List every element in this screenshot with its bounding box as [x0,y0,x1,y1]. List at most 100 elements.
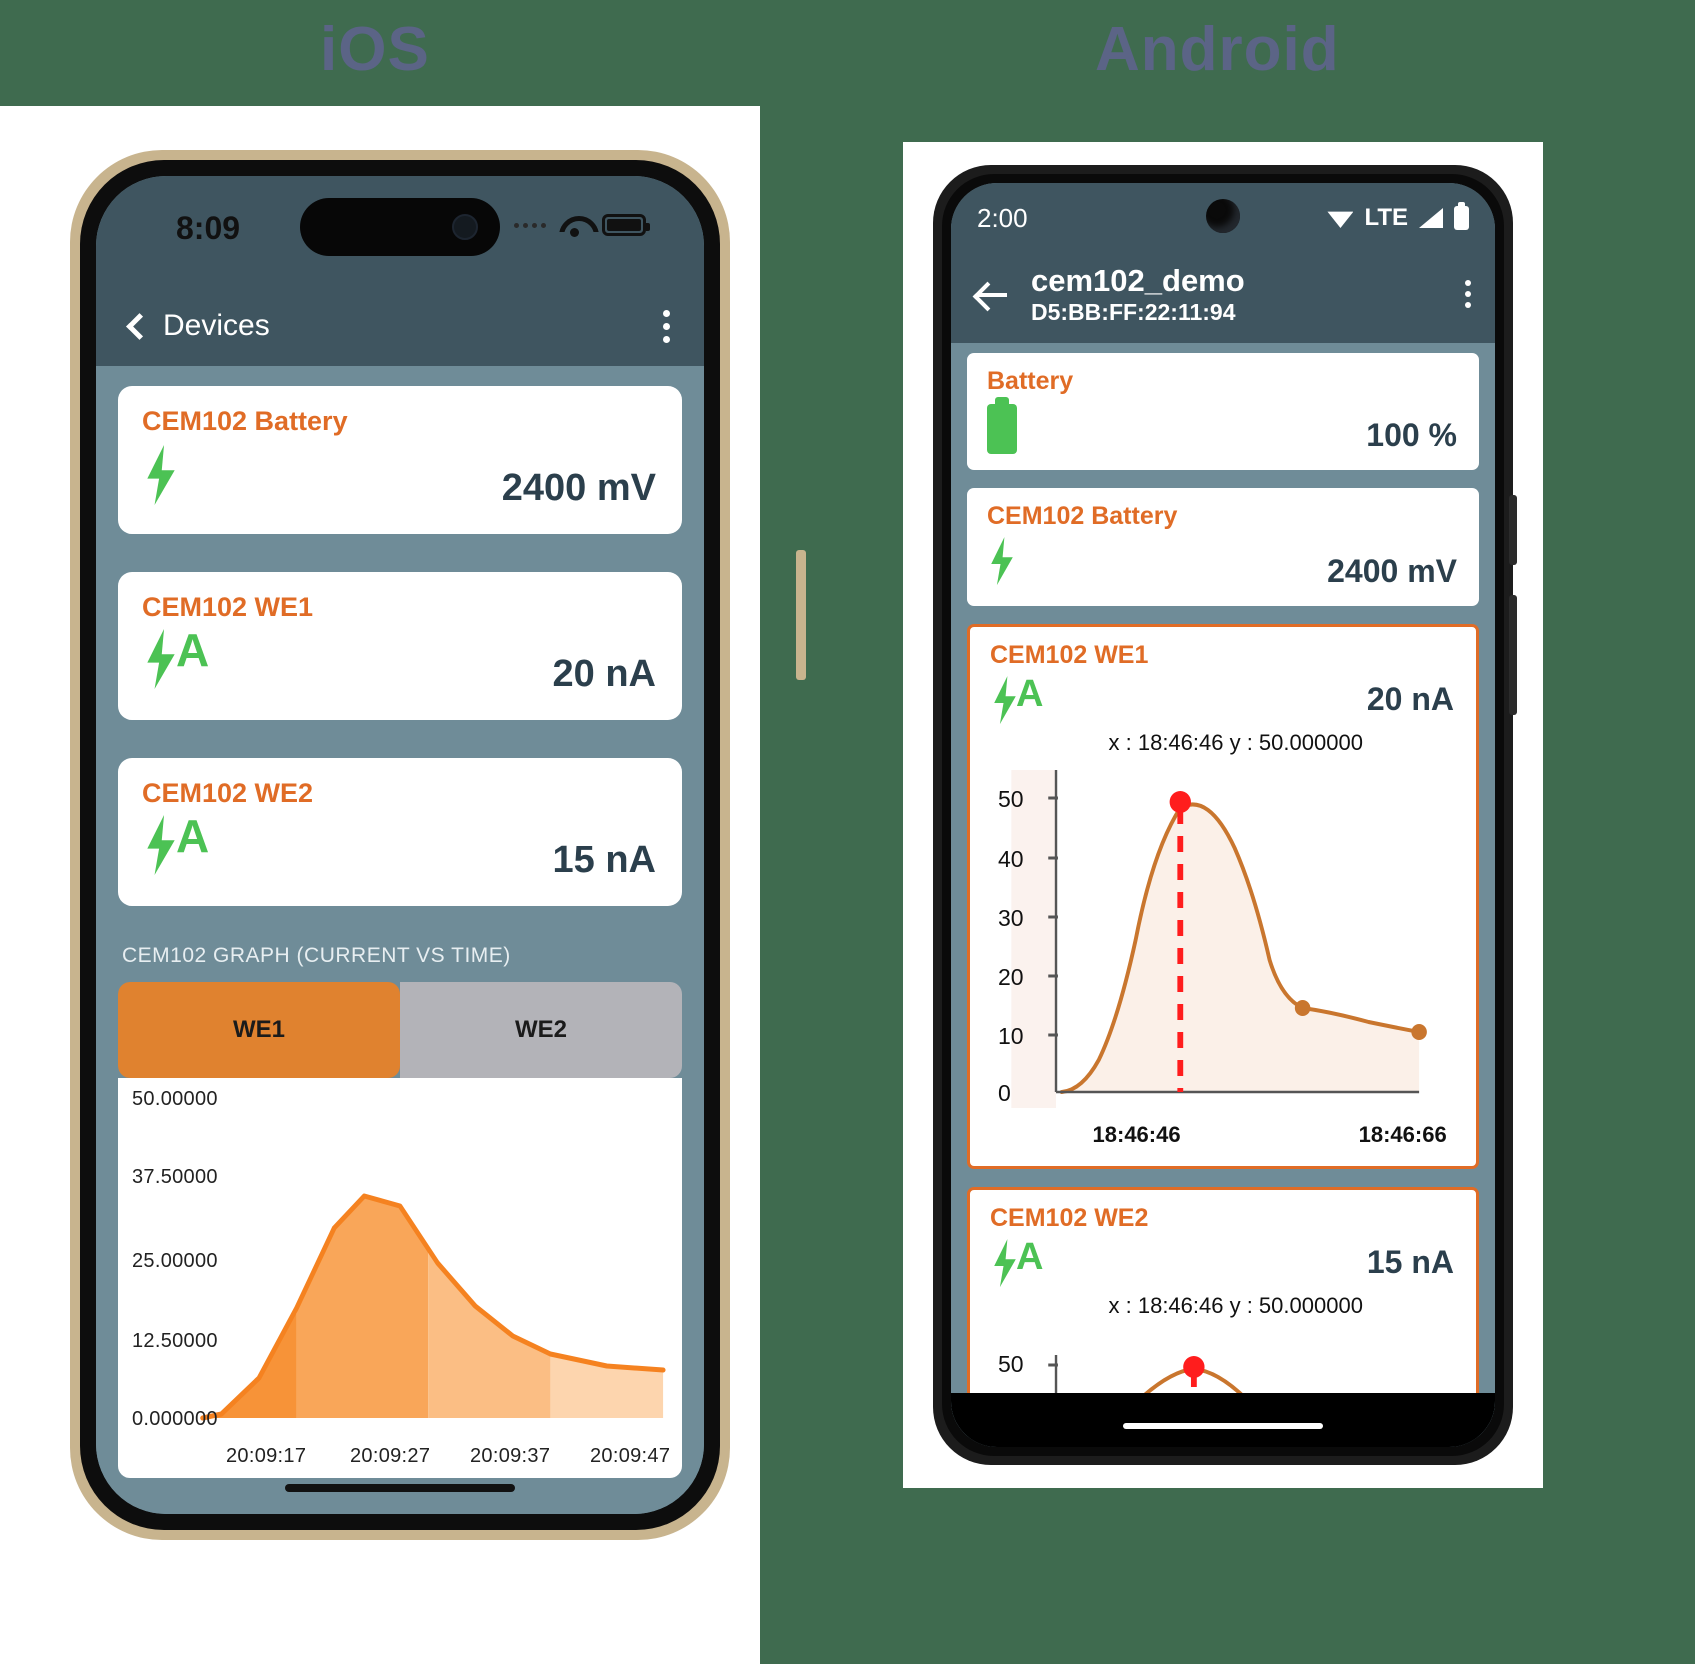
ios-back-button[interactable]: Devices [126,309,270,343]
ios-card-cem102-battery[interactable]: CEM102 Battery 2400 mV [118,386,682,534]
card-title: CEM102 Battery [987,502,1178,531]
chevron-left-icon [126,312,153,340]
and-xtick-0: 18:46:46 [1092,1122,1181,1148]
amp-letter: A [1016,673,1044,716]
card-value: 100 % [1366,417,1457,454]
segment-we1[interactable]: WE1 [118,982,400,1078]
data-point-selected [1169,791,1191,814]
android-kebab-menu-icon[interactable] [1465,280,1471,309]
card-value: 20 nA [1366,681,1454,718]
data-point-25 [1294,1000,1311,1017]
android-app-title: cem102_demo [1031,263,1245,298]
lightning-bolt-icon [147,445,175,505]
ios-xtick-0: 20:09:17 [226,1445,307,1467]
ios-back-label: Devices [163,309,270,342]
data-point-20 [1411,1024,1427,1041]
ios-power-button[interactable] [796,550,806,680]
ios-ytick-0: 0.000000 [132,1408,218,1430]
android-app-bar: cem102_demo D5:BB:FF:22:11:94 [951,253,1495,344]
android-status-bar: 2:00 LTE [951,183,1495,253]
android-phone-frame: 2:00 LTE cem102_demo D5:BB:FF:22:11:94 B… [933,165,1517,1465]
signal-bars-icon [1419,208,1443,228]
ios-bezel: 8:09 Devices CEM102 Battery 2400 mV CEM1… [80,160,720,1530]
ios-xtick-3: 20:09:47 [590,1445,671,1467]
card-title: CEM102 Battery [142,406,348,436]
ios-ytick-2: 25.00000 [132,1250,218,1272]
wifi-icon [559,214,589,237]
ios-phone-frame: 8:09 Devices CEM102 Battery 2400 mV CEM1… [70,150,806,1540]
android-power-button[interactable] [1509,495,1517,565]
card-value: 15 nA [552,839,656,881]
ios-card-cem102-we1[interactable]: CEM102 WE1 A 20 nA [118,572,682,720]
amp-letter: A [176,624,210,676]
ios-kebab-menu-icon[interactable] [663,309,670,343]
platform-caption-ios: iOS [320,15,430,84]
ios-xtick-2: 20:09:37 [470,1445,551,1467]
ios-status-time: 8:09 [176,210,241,246]
and-ytick-0: 0 [998,1080,1011,1107]
android-chart-svg [1011,770,1427,1109]
dynamic-island [300,198,500,256]
front-camera-icon [452,214,478,240]
card-value: 2400 mV [501,467,656,509]
battery-icon [1454,202,1469,230]
front-camera-icon [1206,199,1240,233]
and-ytick-1: 10 [998,1023,1024,1050]
ios-screen: 8:09 Devices CEM102 Battery 2400 mV CEM1… [96,176,704,1514]
and-ytick-2: 20 [998,964,1024,991]
ios-content: CEM102 Battery 2400 mV CEM102 WE1 A 20 n… [96,366,704,1514]
card-title: CEM102 WE2 [990,1204,1149,1233]
and-ytick-4: 40 [998,846,1024,873]
data-point-selected [1183,1356,1205,1379]
card-title: CEM102 WE1 [990,641,1149,670]
battery-icon [602,214,650,236]
android-we1-chart[interactable]: x : 18:46:46 y : 50.000000 50 40 30 20 1… [990,730,1456,1150]
android-card-cem102-we1[interactable]: CEM102 WE1 A 20 nA x : 18:46:46 y : 50.0… [967,624,1479,1170]
segment-we2[interactable]: WE2 [400,982,682,1078]
ios-ytick-3: 37.50000 [132,1166,218,1188]
and-xtick-1: 18:46:66 [1358,1122,1447,1148]
card-title: Battery [987,367,1074,396]
and-ytick-3: 30 [998,905,1024,932]
amp-letter: A [176,810,210,862]
android-screen: 2:00 LTE cem102_demo D5:BB:FF:22:11:94 B… [951,183,1495,1447]
amp-letter: A [1016,1236,1044,1279]
ios-segmented-control[interactable]: WE1 WE2 [118,982,682,1078]
android-device-address: D5:BB:FF:22:11:94 [1031,298,1236,325]
ios-nav-bar: Devices [96,286,704,366]
ios-card-cem102-we2[interactable]: CEM102 WE2 A 15 nA [118,758,682,906]
ios-status-bar: 8:09 [96,176,704,286]
android-navigation-bar [951,1393,1495,1447]
ios-graph-header: CEM102 GRAPH (CURRENT VS TIME) [122,944,511,967]
ios-xtick-1: 20:09:27 [350,1445,431,1467]
and-we2-ytick-0: 50 [998,1351,1024,1378]
card-value: 2400 mV [1327,553,1457,590]
android-we2-chart-svg [1048,1355,1252,1404]
signal-dots-icon [514,222,546,228]
card-title: CEM102 WE1 [142,592,314,622]
android-volume-button[interactable] [1509,595,1517,715]
ios-ytick-1: 12.50000 [132,1330,218,1352]
ios-we1-chart[interactable]: 50.00000 37.50000 25.00000 12.50000 0.00… [118,1078,682,1478]
android-home-indicator[interactable] [1123,1423,1323,1429]
and-ytick-5: 50 [998,786,1024,813]
card-value: 20 nA [552,653,656,695]
lightning-bolt-icon [991,537,1013,586]
ios-home-indicator[interactable] [285,1484,515,1492]
android-card-battery[interactable]: Battery 100 % [967,353,1479,471]
network-type-label: LTE [1364,204,1408,231]
ios-status-icons [514,214,650,237]
wifi-icon [1327,211,1354,228]
android-bezel: 2:00 LTE cem102_demo D5:BB:FF:22:11:94 B… [942,174,1504,1456]
android-card-cem102-we2[interactable]: CEM102 WE2 A 15 nA x : 18:46:46 y : 50.0… [967,1187,1479,1423]
android-we2-chart[interactable]: x : 18:46:46 y : 50.000000 50 [990,1293,1456,1404]
android-status-time: 2:00 [977,202,1028,233]
arrow-left-icon[interactable] [975,277,1009,311]
android-content: Battery 100 % CEM102 Battery 2400 mV CEM… [951,343,1495,1438]
card-title: CEM102 WE2 [142,778,314,808]
platform-caption-android: Android [1095,15,1340,84]
card-value: 15 nA [1366,1244,1454,1281]
android-card-cem102-battery[interactable]: CEM102 Battery 2400 mV [967,488,1479,607]
android-status-icons: LTE [1327,202,1469,232]
android-title-group: cem102_demo D5:BB:FF:22:11:94 [1031,263,1245,325]
